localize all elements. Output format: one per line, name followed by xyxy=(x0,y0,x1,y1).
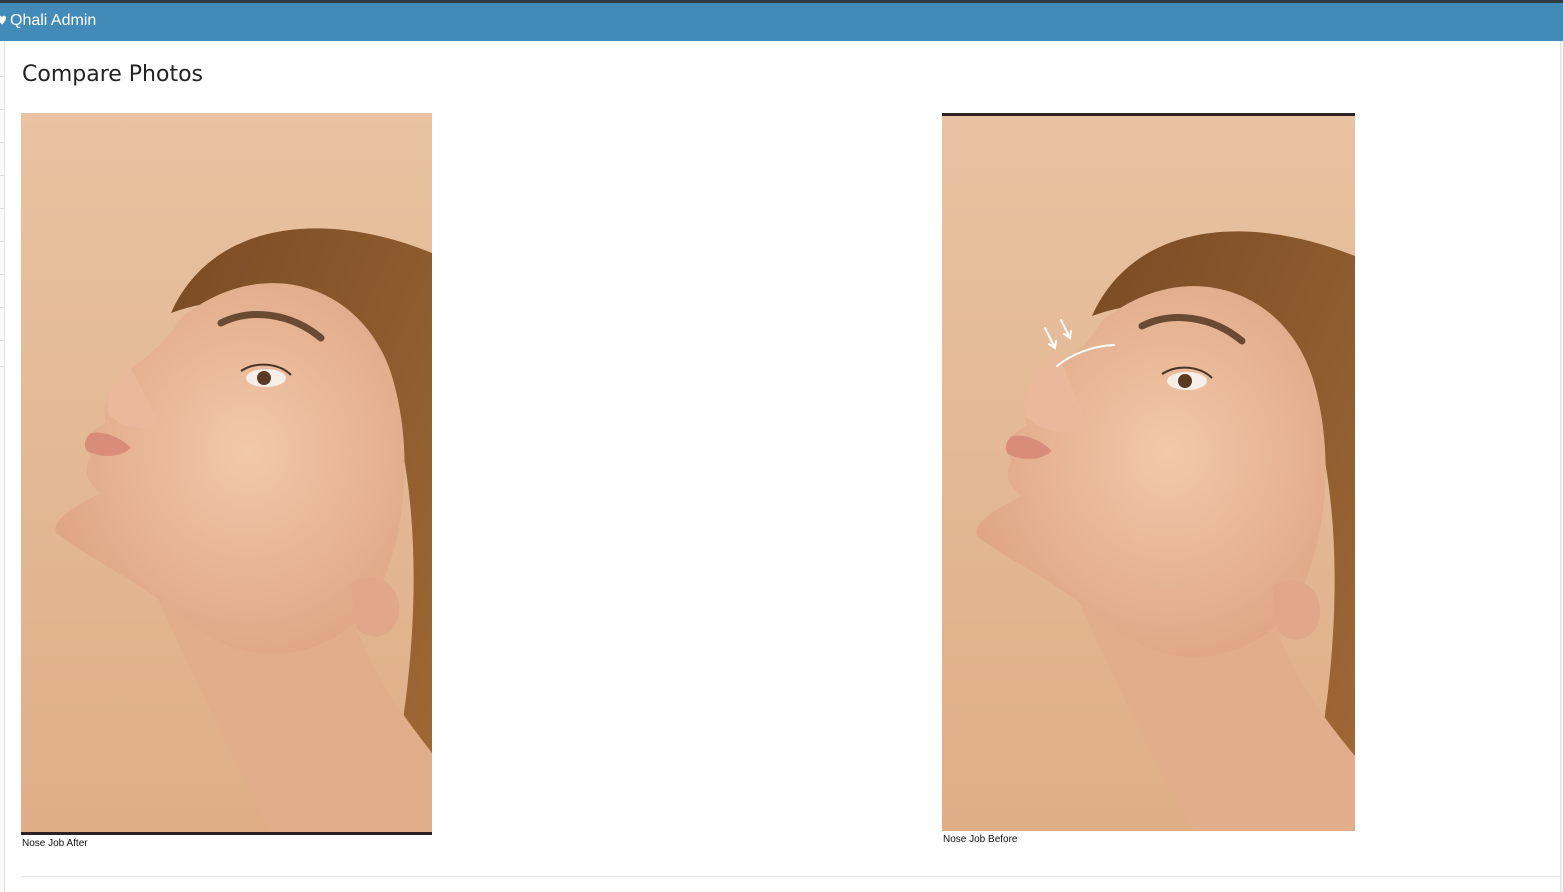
top-navbar: Qhali Admin xyxy=(0,0,1563,41)
divider xyxy=(21,876,1560,877)
brand-link[interactable]: Qhali Admin xyxy=(0,10,96,32)
page-title: Compare Photos xyxy=(22,62,204,87)
brand-label: Qhali Admin xyxy=(10,12,97,29)
sidebar-edge xyxy=(0,41,5,892)
after-photo-caption: Nose Job After xyxy=(22,838,88,849)
before-photo xyxy=(942,113,1355,831)
before-photo-caption: Nose Job Before xyxy=(943,834,1018,845)
heart-icon xyxy=(0,14,9,28)
after-photo xyxy=(21,113,432,835)
